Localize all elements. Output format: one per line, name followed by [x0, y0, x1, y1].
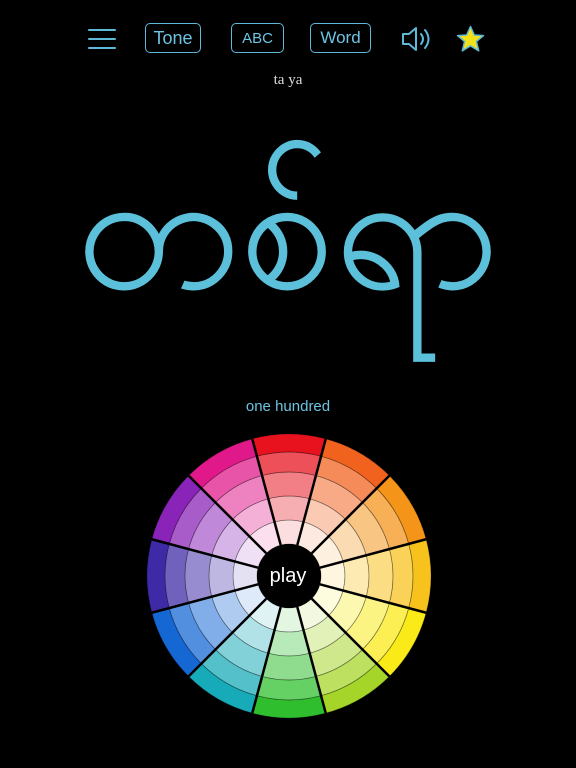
burmese-word: တစ်ရာ [76, 131, 500, 328]
speaker-icon[interactable] [401, 24, 434, 54]
meaning-text: one hundred [245, 398, 331, 415]
romanization-text: ta ya [273, 72, 303, 88]
hamburger-menu-icon[interactable] [88, 27, 116, 51]
wheel-segment[interactable] [388, 543, 414, 609]
wheel-segment[interactable] [261, 652, 317, 681]
wheel-segment[interactable] [261, 471, 317, 500]
wheel-segment[interactable] [365, 548, 394, 604]
word-button[interactable]: Word [310, 23, 371, 53]
toolbar: Tone ABC Word [0, 0, 576, 80]
wheel-segment[interactable] [184, 548, 213, 604]
star-icon[interactable] [456, 25, 485, 53]
wheel-segment[interactable] [256, 451, 322, 477]
tone-button[interactable]: Tone [145, 23, 201, 53]
play-button[interactable]: play [258, 546, 318, 606]
wheel-segment[interactable] [164, 543, 190, 609]
wheel-segment[interactable] [256, 675, 322, 701]
abc-button[interactable]: ABC [231, 23, 284, 53]
